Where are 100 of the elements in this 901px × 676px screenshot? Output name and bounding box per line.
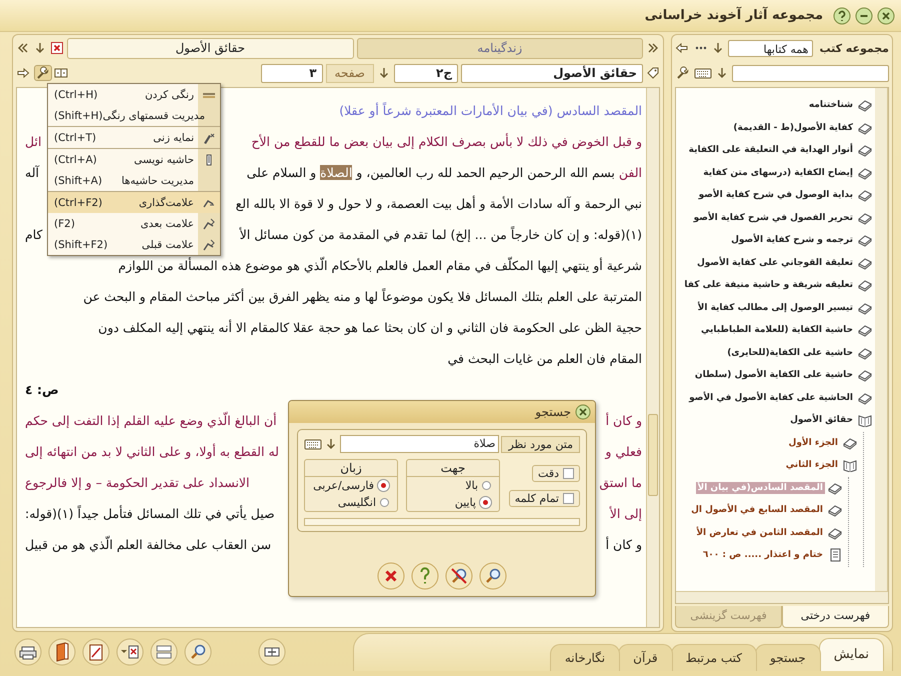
- text-fragment: سن العقاب على مخالفة العلم الّذي هو من قبيل: [25, 534, 272, 554]
- query-field[interactable]: صلاة: [340, 435, 500, 453]
- search-icon[interactable]: [479, 562, 507, 590]
- down-arrow-icon[interactable]: [711, 41, 725, 55]
- search-field[interactable]: [732, 64, 889, 82]
- vertical-scrollbar[interactable]: [646, 88, 659, 627]
- keyboard-icon[interactable]: [694, 66, 712, 80]
- document-tab[interactable]: زندگینامه: [356, 38, 643, 58]
- clear-search-icon[interactable]: [445, 562, 473, 590]
- text-line: و قبل الخوض في ذلك لا بأس بصرف الكلام إلى بيان بعض ما للقطع من الأح: [251, 132, 642, 151]
- page-label: صفحه: [326, 64, 374, 82]
- bookmark-icon[interactable]: [116, 638, 144, 666]
- tree-item[interactable]: كفاية الأصول(ط - القديمة): [731, 122, 855, 134]
- tree-item[interactable]: حقائق الأصول: [788, 414, 855, 426]
- text-fragment: صيل يأتي في تلك المسائل فتأمل جيداً (١)(قوله:: [25, 504, 275, 523]
- tree-item[interactable]: شناختنامه: [806, 99, 855, 112]
- down-arrow-icon[interactable]: [33, 41, 47, 55]
- minimize-icon[interactable]: [855, 6, 873, 24]
- vertical-scrollbar[interactable]: [875, 88, 888, 591]
- window-title: مجموعه آثار آخوند خراسانی: [644, 8, 823, 23]
- option-label: پایین: [454, 496, 476, 509]
- double-chevron-icon[interactable]: [646, 41, 660, 55]
- option-label: دقت: [538, 466, 559, 480]
- checkbox[interactable]: [563, 468, 574, 478]
- tree-item[interactable]: الجزء الأول: [786, 436, 840, 449]
- help-icon[interactable]: [833, 6, 851, 24]
- tree-item[interactable]: تعليقة القوجاني على كفاية الأصول: [694, 256, 855, 269]
- collection-label: مجموعه کتب: [819, 42, 889, 54]
- radio-button[interactable]: [380, 498, 389, 507]
- print-icon[interactable]: [14, 638, 42, 666]
- book-field[interactable]: حقائق الأصول: [461, 64, 643, 82]
- tree-item[interactable]: تعليقه شريفة و حاشية منيفة على كفا: [682, 279, 855, 292]
- tree-item[interactable]: حاشية على الكفاية الأصول (سلطان: [692, 369, 855, 382]
- close-icon[interactable]: [377, 562, 405, 590]
- keyboard-icon[interactable]: [304, 437, 322, 451]
- split-view-icon[interactable]: [54, 66, 70, 80]
- wrench-icon[interactable]: [35, 66, 51, 80]
- help-icon[interactable]: [411, 562, 439, 590]
- text-line: حجية الظن على الحكومة فان الثاني و ان كان بحثا عما هو حجة عقلا كالمقام الا أنه ينتهي إليه المكلف دون: [98, 318, 642, 337]
- text-fragment: ص: ٤: [25, 381, 59, 399]
- view-tab[interactable]: قرآن: [618, 644, 673, 671]
- double-chevron-icon[interactable]: [16, 41, 30, 55]
- checkbox[interactable]: [563, 492, 574, 504]
- text-line: إلى الأ: [610, 505, 642, 523]
- search-icon[interactable]: [184, 638, 212, 666]
- tree-item[interactable]: تيسير الوصول إلى مطالب كفاية الأ: [696, 302, 855, 314]
- option-label: بالا: [465, 479, 478, 492]
- tree-item[interactable]: ترجمه و شرح كفاية الأصول: [729, 234, 855, 246]
- tree-item[interactable]: حاشية على الكفاية(للحايرى): [725, 346, 855, 359]
- view-tab[interactable]: نگارخانه: [550, 644, 620, 671]
- view-tab[interactable]: کتب مرتبط: [670, 644, 757, 671]
- text-line: شرعية أو ينتهي إليها المكلّف في مقام العمل فالعلم بالأحكام الّذي هو موضوع هذه المسألة من اللوازم: [118, 256, 642, 275]
- down-arrow-icon[interactable]: [324, 437, 338, 451]
- close-icon[interactable]: [575, 404, 591, 420]
- text-fragment: له القطع به أولا، و على الثاني لا بد من انتهائه إلى: [25, 442, 279, 461]
- tree-item[interactable]: ختام و اعتذار ..... ص : ٦٠٠: [700, 549, 825, 562]
- field-label: متن مورد نظر: [501, 436, 580, 452]
- book-icon[interactable]: [48, 638, 76, 666]
- note-icon[interactable]: [82, 638, 110, 666]
- radio-button[interactable]: [482, 481, 491, 490]
- tree-item[interactable]: حاشية الكفاية (للعلامة الطباطبايي: [698, 324, 855, 336]
- link-icon[interactable]: [258, 638, 286, 666]
- tree-item[interactable]: إيضاح الكفاية (درسهای متن كفاية: [701, 166, 855, 179]
- tree-item[interactable]: الحاشية على كفاية الأصول في الأصو: [687, 392, 855, 404]
- tree-item[interactable]: أنوار الهداية في التعليقة على الكفاية: [686, 144, 855, 156]
- previous-bookmark-icon: [202, 238, 216, 252]
- tree-item[interactable]: بداية الوصول في شرح كفاية الأصو: [696, 189, 855, 202]
- text-fragment: أن البالغ الّذي وضع عليه القلم إذا التفت إلى حكم: [25, 410, 277, 430]
- text-line: نبي الرحمة و آله سادات الأمة و أهل بيت العصمة، و لا حول و لا قوة الا بالله الع: [236, 194, 642, 213]
- page-field[interactable]: ٣: [260, 64, 323, 82]
- down-arrow-icon[interactable]: [715, 66, 729, 80]
- page-icon: [828, 548, 842, 562]
- wrench-icon[interactable]: [675, 66, 691, 80]
- view-tab[interactable]: جستجو: [755, 644, 821, 671]
- sidebar-tab[interactable]: فهرست درختی: [782, 606, 889, 628]
- group-title: جهت: [407, 460, 499, 477]
- group-title: زبان: [305, 460, 397, 477]
- next-bookmark-icon: [202, 216, 216, 230]
- option-label: انگلیسی: [338, 496, 376, 509]
- forward-arrow-icon[interactable]: [16, 66, 32, 80]
- view-tab[interactable]: نمایش: [818, 638, 884, 671]
- tree-item[interactable]: المقصد السابع في الأصول ال: [689, 504, 825, 516]
- tree-item[interactable]: تحرير الفصول في شرح كفاية الأصو: [692, 212, 855, 224]
- text-line: ما استق: [599, 474, 642, 492]
- layout-icon[interactable]: [150, 638, 178, 666]
- pen-icon: [202, 130, 216, 144]
- tree-item[interactable]: الجزء الثاني: [784, 459, 840, 472]
- close-icon[interactable]: [50, 41, 64, 55]
- book-filter-dropdown[interactable]: همه کتابها: [728, 40, 814, 56]
- option-label: تمام کلمه: [514, 492, 559, 504]
- document-tab[interactable]: حقائق الأصول: [67, 38, 354, 58]
- text-line: فعلي و: [605, 443, 642, 461]
- tag-icon[interactable]: [646, 66, 660, 80]
- horizontal-scrollbar[interactable]: [676, 591, 888, 603]
- tree-item[interactable]: المقصد الثامن في تعارض الأ: [694, 526, 825, 539]
- down-arrow-icon[interactable]: [377, 66, 391, 80]
- volume-field[interactable]: ج٢: [394, 64, 458, 82]
- text-line: (١)(قوله: و إن كان خارجاً من ... إلخ) لما تقدم في المقدمة من كون مسائل الأ: [240, 225, 642, 244]
- close-icon[interactable]: [877, 6, 895, 24]
- text-line: و كان أ: [606, 536, 642, 554]
